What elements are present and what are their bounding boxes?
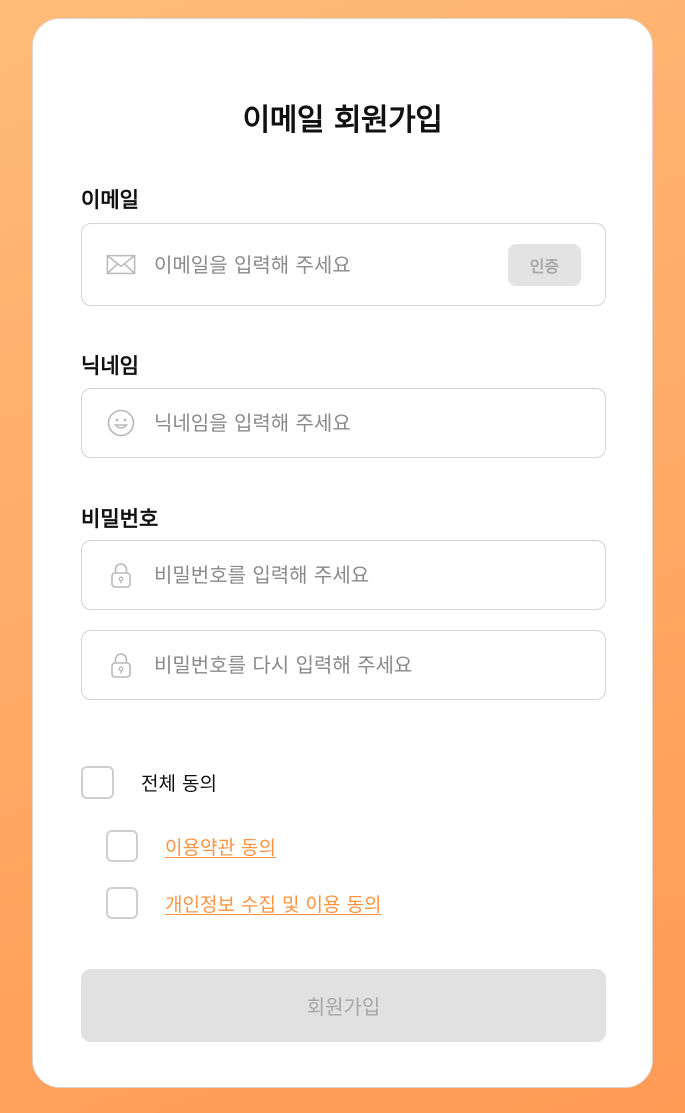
password-field-box (81, 540, 606, 610)
agree-terms-row: 이용약관 동의 (106, 830, 276, 862)
lock-icon (106, 560, 136, 590)
password-input[interactable] (154, 541, 584, 609)
agree-all-checkbox[interactable] (81, 766, 114, 799)
email-input[interactable] (154, 224, 494, 305)
agree-privacy-row: 개인정보 수집 및 이용 동의 (106, 887, 381, 919)
agree-all-row: 전체 동의 (81, 766, 217, 799)
password-confirm-field-box (81, 630, 606, 700)
agree-all-label: 전체 동의 (141, 773, 217, 795)
email-field-box: 인증 (81, 223, 606, 306)
email-label: 이메일 (81, 188, 139, 212)
agree-terms-checkbox[interactable] (106, 830, 138, 862)
terms-link[interactable]: 이용약관 동의 (165, 833, 276, 860)
agree-privacy-checkbox[interactable] (106, 887, 138, 919)
privacy-link[interactable]: 개인정보 수집 및 이용 동의 (165, 890, 381, 917)
password-confirm-input[interactable] (154, 631, 584, 699)
page-title: 이메일 회원가입 (242, 103, 443, 138)
password-label: 비밀번호 (81, 507, 159, 531)
signup-button[interactable]: 회원가입 (81, 969, 606, 1042)
mail-icon (106, 250, 136, 280)
lock-icon (106, 650, 136, 680)
smiley-icon (106, 408, 136, 438)
signup-card: 이메일 회원가입 이메일 인증 닉네임 비밀번호 (32, 18, 653, 1088)
nickname-field-box (81, 388, 606, 458)
verify-button[interactable]: 인증 (508, 243, 581, 286)
nickname-input[interactable] (154, 389, 584, 457)
nickname-label: 닉네임 (81, 354, 139, 378)
